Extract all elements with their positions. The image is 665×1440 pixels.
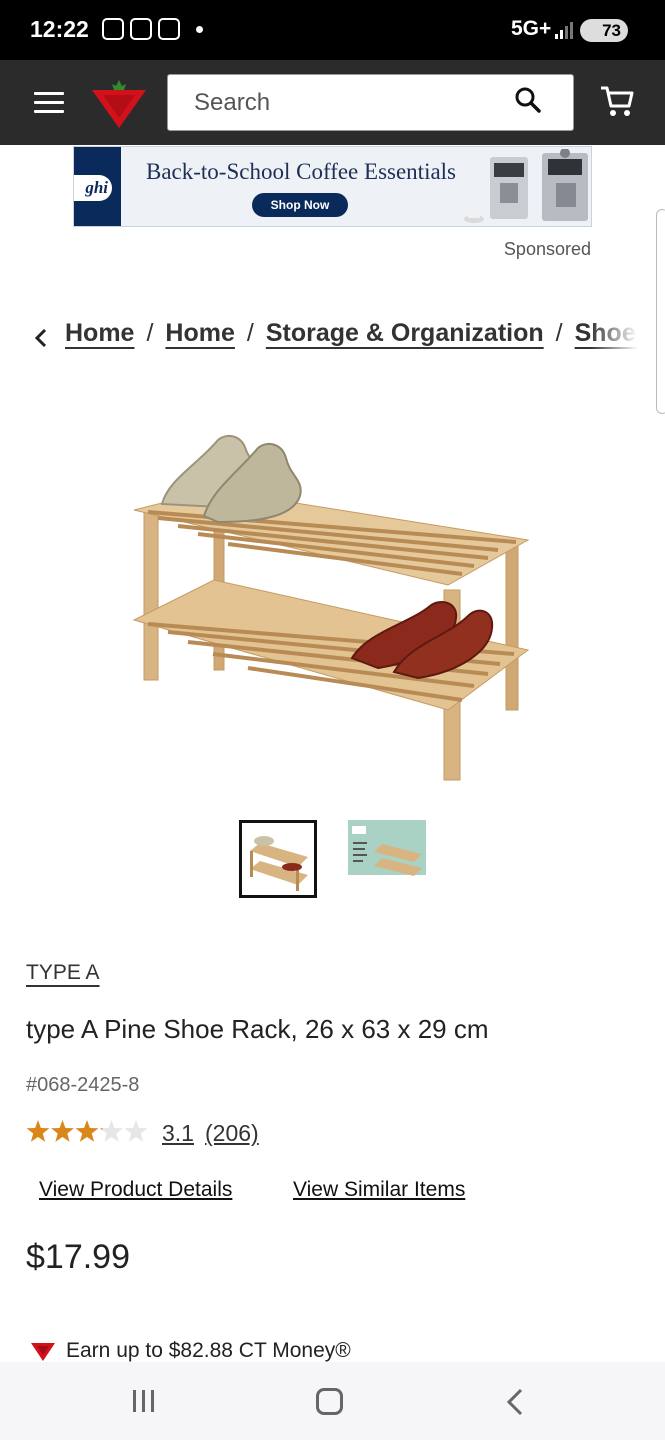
app-notification-icon [130,18,152,40]
rating-star-icon [51,1120,74,1142]
ct-money-triangle-icon [31,1343,55,1361]
thumbnail-packaging-icon [348,826,426,898]
signal-icon [555,22,573,39]
cart-icon[interactable] [599,84,635,118]
view-similar-items-link[interactable]: View Similar Items [293,1178,465,1202]
breadcrumb: Home / Home / Storage & Organization / S… [0,312,638,362]
thumbnail-packaging-photo[interactable] [348,820,426,898]
sponsored-label: Sponsored [503,239,591,259]
coffee-machines-image [464,149,588,223]
breadcrumb-list: Home / Home / Storage & Organization / S… [65,319,638,348]
search-input[interactable] [168,75,508,130]
ct-money-promo: Earn up to $82.88 CT Money® [30,1337,351,1365]
ad-brand-logo: ghi [74,147,121,226]
breadcrumb-separator: / [246,319,254,347]
canadian-tire-logo[interactable] [90,78,148,130]
side-panel-handle[interactable] [656,209,665,414]
rating-stars[interactable] [26,1119,148,1145]
product-title: type A Pine Shoe Rack, 26 x 63 x 29 cm [26,1014,489,1044]
breadcrumb-item-storage[interactable]: Storage & Organization [266,319,544,348]
product-sku: #068-2425-8 [26,1074,140,1096]
back-icon[interactable] [505,1388,525,1416]
status-time: 12:22 [30,16,89,42]
rating-count[interactable]: (206) [205,1120,259,1147]
product-price: $17.99 [26,1238,130,1276]
chevron-left-icon[interactable] [33,327,49,349]
thumbnail-shoe-rack-icon [250,836,308,891]
battery-indicator: 73 [580,19,628,42]
product-brand-link[interactable]: TYPE A [26,961,100,985]
sponsored-ad-banner[interactable]: ghi Back-to-School Coffee Essentials Sho… [73,146,592,227]
search-icon[interactable] [514,86,542,114]
rating-value[interactable]: 3.1 [162,1120,194,1147]
ad-brand-text: ghi [74,175,112,201]
calendar-icon [158,18,180,40]
home-button-icon[interactable] [316,1388,343,1415]
breadcrumb-item-home[interactable]: Home [65,319,134,348]
search-bar[interactable] [167,74,574,131]
recent-apps-icon[interactable] [131,1389,157,1413]
system-navigation-bar [0,1362,665,1440]
site-header [0,60,665,145]
rating-star-icon [75,1120,99,1142]
ct-money-text: Earn up to $82.88 CT Money® [66,1339,351,1362]
breadcrumb-fade [590,312,638,362]
breadcrumb-item-home-2[interactable]: Home [165,319,234,348]
status-bar: 12:22 5G+ 73 [0,0,665,60]
breadcrumb-separator: / [555,319,563,347]
more-notifications-dot-icon [196,25,203,33]
view-product-details-link[interactable]: View Product Details [39,1178,232,1202]
thumbnail-product-photo[interactable] [239,820,317,898]
breadcrumb-separator: / [146,319,154,347]
notification-icons [102,18,203,40]
product-main-image[interactable] [118,410,538,790]
ad-headline: Back-to-School Coffee Essentials [146,159,457,184]
ad-shop-now-button[interactable]: Shop Now [252,193,348,217]
rating-star-icon [26,1120,50,1142]
rating-star-icon [124,1120,148,1142]
menu-icon[interactable] [34,92,64,114]
rating-star-icon [100,1120,123,1142]
screenshot-icon [102,18,124,40]
network-type: 5G+ [511,17,552,40]
